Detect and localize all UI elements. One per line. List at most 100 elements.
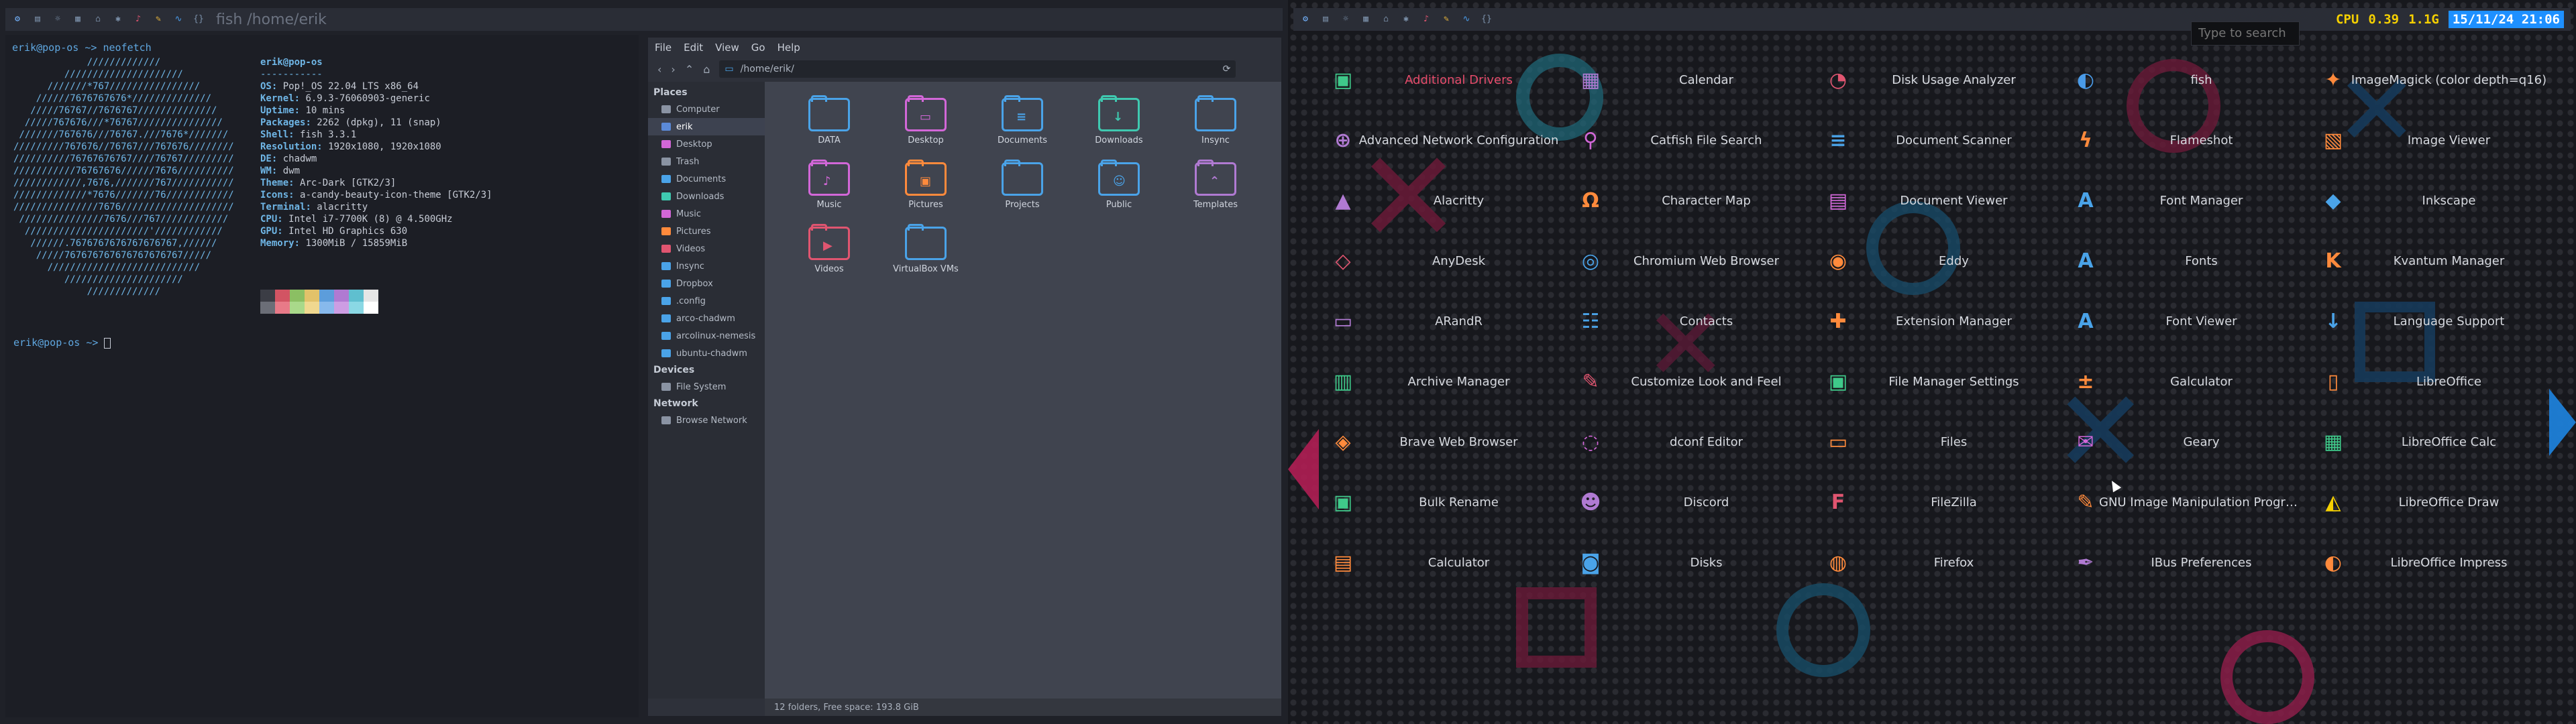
sidebar-item[interactable]: arcolinux-nemesis (648, 327, 765, 345)
folder-item[interactable]: Projects (974, 160, 1071, 224)
app-entry[interactable]: ◔ Disk Usage Analyzer (1825, 50, 2072, 110)
app-entry[interactable]: ▣ File Manager Settings (1825, 351, 2072, 412)
sidebar-item[interactable]: Desktop (648, 135, 765, 153)
app-entry[interactable]: ◌ dconf Editor (1577, 412, 1825, 472)
folder-item[interactable]: VirtualBox VMs (877, 224, 974, 288)
sidebar-item[interactable]: Computer (648, 101, 765, 118)
app-entry[interactable]: ϟ Flameshot (2072, 110, 2320, 170)
app-entry[interactable]: ▭ Files (1825, 412, 2072, 472)
sidebar-item[interactable]: File System (648, 378, 765, 396)
menu-item[interactable]: View (715, 42, 739, 54)
app-entry[interactable]: ⚲ Catfish File Search (1577, 110, 1825, 170)
workspace-tag[interactable]: ⌂ (93, 14, 103, 25)
app-entry[interactable]: ▦ LibreOffice Calc (2320, 412, 2567, 472)
back-icon[interactable]: ‹ (657, 63, 661, 76)
app-entry[interactable]: ◇ AnyDesk (1330, 231, 1577, 291)
app-entry[interactable]: F FileZilla (1825, 472, 2072, 532)
app-entry[interactable]: ◭ LibreOffice Draw (2320, 472, 2567, 532)
sidebar-item[interactable]: Documents (648, 170, 765, 188)
prompt-line-2[interactable]: erik@pop-os ~> (13, 337, 111, 349)
app-entry[interactable]: ✚ Extension Manager (1825, 291, 2072, 351)
workspace-tag[interactable]: ▦ (72, 14, 83, 25)
app-entry[interactable]: ◍ Firefox (1825, 532, 2072, 593)
app-entry[interactable]: ◎ Chromium Web Browser (1577, 231, 1825, 291)
app-entry[interactable]: ✦ ImageMagick (color depth=q16) (2320, 50, 2567, 110)
menu-item[interactable]: Help (777, 42, 800, 54)
menu-item[interactable]: File (655, 42, 672, 54)
launcher-search-input[interactable] (2198, 26, 2292, 40)
app-entry[interactable]: ▭ ARandR (1330, 291, 1577, 351)
menu-item[interactable]: Edit (684, 42, 703, 54)
workspace-tag[interactable]: ▤ (32, 14, 43, 25)
app-entry[interactable]: A Fonts (2072, 231, 2320, 291)
app-entry[interactable]: A Font Manager (2072, 170, 2320, 231)
workspace-tag[interactable]: {} (193, 14, 204, 25)
app-entry[interactable]: ☻ Discord (1577, 472, 1825, 532)
folder-item[interactable]: ▣ Pictures (877, 160, 974, 224)
folder-item[interactable]: ☺ Public (1071, 160, 1167, 224)
app-entry[interactable]: ✎ Customize Look and Feel (1577, 351, 1825, 412)
reload-icon[interactable]: ⟳ (1223, 64, 1231, 74)
menu-item[interactable]: Go (751, 42, 765, 54)
app-entry[interactable]: ⊕ Advanced Network Configuration (1330, 110, 1577, 170)
app-entry[interactable]: ◙ Disks (1577, 532, 1825, 593)
app-entry[interactable]: ◆ Inkscape (2320, 170, 2567, 231)
workspace-tag[interactable]: ✱ (1401, 14, 1411, 25)
app-entry[interactable]: ↓ Language Support (2320, 291, 2567, 351)
app-entry[interactable]: A Font Viewer (2072, 291, 2320, 351)
workspace-tag[interactable]: ⌂ (1381, 14, 1391, 25)
app-entry[interactable]: ◈ Brave Web Browser (1330, 412, 1577, 472)
up-icon[interactable]: ⌃ (685, 63, 694, 76)
app-entry[interactable]: ◉ Eddy (1825, 231, 2072, 291)
folder-item[interactable]: ♪ Music (781, 160, 877, 224)
app-entry[interactable]: ▦ Calendar (1577, 50, 1825, 110)
terminal-window[interactable]: erik@pop-os ~> neofetch ///////////// //… (5, 35, 639, 717)
app-entry[interactable]: ▣ Additional Drivers (1330, 50, 1577, 110)
app-entry[interactable]: ≡ Document Scanner (1825, 110, 2072, 170)
workspace-tag[interactable]: ☼ (52, 14, 63, 25)
folder-item[interactable]: DATA (781, 95, 877, 160)
workspace-tag[interactable]: ☼ (1340, 14, 1351, 25)
home-icon[interactable]: ⌂ (703, 63, 710, 76)
workspace-tag[interactable]: ♪ (133, 14, 144, 25)
sidebar-item[interactable]: Pictures (648, 223, 765, 240)
sidebar-item[interactable]: ubuntu-chadwm (648, 345, 765, 362)
workspace-tag[interactable]: ∿ (1461, 14, 1472, 25)
clock[interactable]: 15/11/24 21:06 (2448, 11, 2564, 28)
forward-icon[interactable]: › (671, 63, 675, 76)
app-entry[interactable]: ◐ fish (2072, 50, 2320, 110)
app-entry[interactable]: ▤ Calculator (1330, 532, 1577, 593)
launcher-search-box[interactable] (2191, 21, 2300, 46)
app-entry[interactable]: ▤ Document Viewer (1825, 170, 2072, 231)
app-entry[interactable]: ✉ Geary (2072, 412, 2320, 472)
app-entry[interactable]: ▲ Alacritty (1330, 170, 1577, 231)
sidebar-item[interactable]: Dropbox (648, 275, 765, 292)
sidebar-item[interactable]: Trash (648, 153, 765, 170)
app-entry[interactable]: ▥ Archive Manager (1330, 351, 1577, 412)
workspace-tag[interactable]: ✱ (113, 14, 123, 25)
workspace-tag[interactable]: ♪ (1421, 14, 1432, 25)
app-entry[interactable]: Ω Character Map (1577, 170, 1825, 231)
workspace-tag[interactable]: ∿ (173, 14, 184, 25)
app-entry[interactable]: ▣ Bulk Rename (1330, 472, 1577, 532)
folder-item[interactable]: ≡ Documents (974, 95, 1071, 160)
folder-item[interactable]: ▭ Desktop (877, 95, 974, 160)
folder-item[interactable]: ⌃ Templates (1167, 160, 1264, 224)
sidebar-item[interactable]: Insync (648, 257, 765, 275)
app-entry[interactable]: K Kvantum Manager (2320, 231, 2567, 291)
workspace-tag[interactable]: ⚙ (12, 14, 23, 25)
workspace-tag[interactable]: ✎ (153, 14, 164, 25)
sidebar-item[interactable]: Videos (648, 240, 765, 257)
app-entry[interactable]: ▯ LibreOffice (2320, 351, 2567, 412)
workspace-tag[interactable]: {} (1481, 14, 1492, 25)
app-entry[interactable]: ✒ IBus Preferences (2072, 532, 2320, 593)
workspace-tag[interactable]: ⚙ (1300, 14, 1311, 25)
sidebar-item[interactable]: Downloads (648, 188, 765, 205)
sidebar-item[interactable]: erik (648, 118, 765, 135)
workspace-tag[interactable]: ✎ (1441, 14, 1452, 25)
folder-item[interactable]: ↓ Downloads (1071, 95, 1167, 160)
sidebar-item[interactable]: Music (648, 205, 765, 223)
app-entry[interactable]: ☷ Contacts (1577, 291, 1825, 351)
folder-item[interactable]: Insync (1167, 95, 1264, 160)
sidebar-item[interactable]: Browse Network (648, 412, 765, 429)
